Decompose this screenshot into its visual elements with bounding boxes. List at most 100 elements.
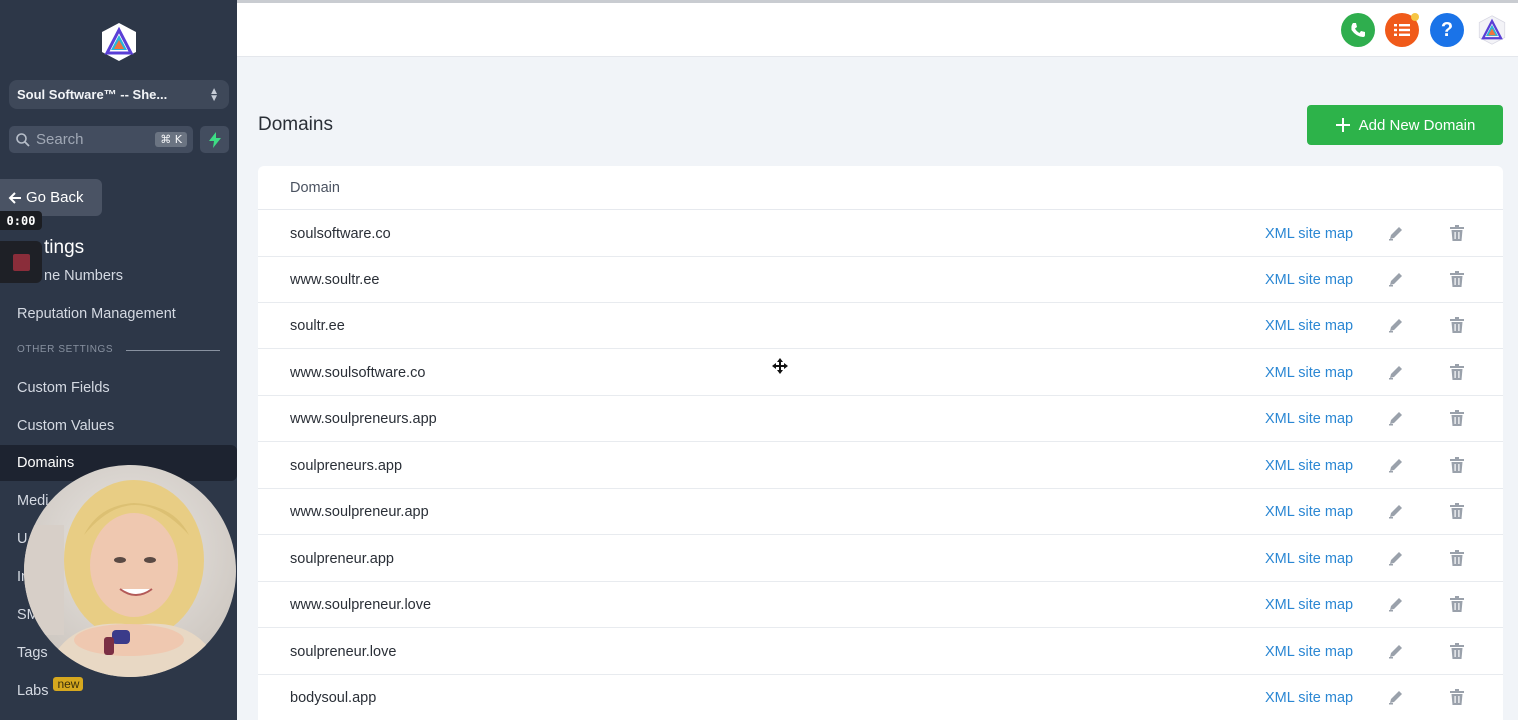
domain-name: www.soulpreneur.app: [290, 503, 429, 520]
xml-sitemap-link[interactable]: XML site map: [1265, 644, 1353, 660]
trash-icon[interactable]: [1450, 643, 1464, 664]
xml-sitemap-link[interactable]: XML site map: [1265, 318, 1353, 334]
edit-icon[interactable]: [1388, 364, 1404, 385]
domain-name: soulpreneur.love: [290, 643, 397, 660]
edit-icon[interactable]: [1388, 550, 1404, 571]
trash-icon[interactable]: [1450, 410, 1464, 431]
domain-name: soulpreneurs.app: [290, 457, 403, 474]
notification-dot: [1411, 13, 1419, 21]
trash-icon[interactable]: [1450, 503, 1464, 524]
add-new-domain-label: Add New Domain: [1358, 116, 1476, 134]
xml-sitemap-link[interactable]: XML site map: [1265, 597, 1353, 613]
domain-name: www.soulpreneur.love: [290, 596, 432, 613]
sidebar-item-phone-numbers[interactable]: ne Numbers: [44, 268, 123, 284]
app-logo-icon: [1478, 15, 1506, 45]
sidebar-item-label: Custom Values: [17, 418, 115, 434]
sidebar-item-label: Custom Fields: [17, 380, 110, 396]
search-input[interactable]: Search ⌘ K: [9, 126, 193, 153]
edit-icon[interactable]: [1388, 503, 1404, 524]
xml-sitemap-link[interactable]: XML site map: [1265, 365, 1353, 381]
domain-name: bodysoul.app: [290, 689, 377, 706]
sidebar-item-custom-fields[interactable]: Custom Fields: [0, 370, 237, 406]
task-list-icon: [1394, 24, 1410, 36]
xml-sitemap-link[interactable]: XML site map: [1265, 411, 1353, 427]
sidebar-item-label: Reputation Management: [17, 306, 176, 322]
edit-icon[interactable]: [1388, 596, 1404, 617]
search-placeholder: Search: [36, 131, 84, 148]
arrow-left-icon: [8, 191, 21, 204]
edit-icon[interactable]: [1388, 457, 1404, 478]
domain-name: www.soultr.ee: [290, 271, 380, 288]
sidebar-item-label: U: [17, 531, 28, 547]
recording-timer: 0:00: [0, 211, 42, 230]
table-row: soulpreneur.app XML site map: [258, 536, 1503, 582]
new-badge: new: [53, 677, 84, 691]
top-bar: ?: [237, 0, 1518, 57]
table-row: www.soulpreneur.love XML site map: [258, 582, 1503, 628]
column-header-domain: Domain: [290, 179, 340, 196]
tasks-button[interactable]: [1385, 13, 1419, 47]
webcam-video-bubble[interactable]: [24, 465, 236, 677]
table-row: soulpreneur.love XML site map: [258, 629, 1503, 675]
trash-icon[interactable]: [1450, 550, 1464, 571]
phone-button[interactable]: [1341, 13, 1375, 47]
quick-actions-button[interactable]: [200, 126, 229, 153]
lightning-icon: [208, 131, 221, 148]
xml-sitemap-link[interactable]: XML site map: [1265, 690, 1353, 706]
section-label-other-settings: OTHER SETTINGS: [17, 344, 114, 355]
help-icon: ?: [1440, 18, 1454, 41]
trash-icon[interactable]: [1450, 317, 1464, 338]
search-icon: [16, 132, 30, 147]
table-row: www.soulpreneur.app XML site map: [258, 489, 1503, 535]
table-row: soultr.ee XML site map: [258, 303, 1503, 349]
xml-sitemap-link[interactable]: XML site map: [1265, 226, 1353, 242]
edit-icon[interactable]: [1388, 225, 1404, 246]
account-switcher[interactable]: Soul Software™ -- She... ▲ ▼: [9, 80, 229, 109]
divider: [126, 350, 220, 351]
account-name: Soul Software™ -- She...: [17, 87, 168, 102]
trash-icon[interactable]: [1450, 364, 1464, 385]
edit-icon[interactable]: [1388, 317, 1404, 338]
app-logo-icon[interactable]: [100, 22, 138, 62]
trash-icon[interactable]: [1450, 225, 1464, 246]
table-row: soulpreneurs.app XML site map: [258, 443, 1503, 489]
sidebar-item-label: Tags: [17, 645, 48, 661]
trash-icon[interactable]: [1450, 271, 1464, 292]
sidebar-item-label: Domains: [17, 455, 75, 471]
sidebar-item-reputation-management[interactable]: Reputation Management: [0, 296, 237, 332]
settings-title: tings: [44, 237, 85, 258]
xml-sitemap-link[interactable]: XML site map: [1265, 504, 1353, 520]
sidebar-item-custom-values[interactable]: Custom Values: [0, 408, 237, 444]
table-header: Domain: [258, 166, 1503, 210]
sidebar-item-label: Medi: [17, 493, 49, 509]
xml-sitemap-link[interactable]: XML site map: [1265, 272, 1353, 288]
go-back-label: Go Back: [26, 189, 84, 206]
table-row: www.soulpreneurs.app XML site map: [258, 396, 1503, 442]
edit-icon[interactable]: [1388, 410, 1404, 431]
sidebar-item-labs[interactable]: Labs new: [0, 673, 237, 709]
profile-logo-button[interactable]: [1475, 13, 1509, 47]
domain-name: www.soulpreneurs.app: [290, 410, 437, 427]
move-cursor-icon: [772, 358, 788, 379]
phone-icon: [1351, 23, 1365, 37]
help-button[interactable]: ?: [1430, 13, 1464, 47]
add-new-domain-button[interactable]: Add New Domain: [1307, 105, 1503, 145]
xml-sitemap-link[interactable]: XML site map: [1265, 458, 1353, 474]
domain-name: soultr.ee: [290, 317, 345, 334]
sidebar-item-label: Labs: [17, 683, 49, 699]
trash-icon[interactable]: [1450, 689, 1464, 710]
trash-icon[interactable]: [1450, 596, 1464, 617]
chevron-updown-icon: ▲ ▼: [209, 85, 219, 104]
edit-icon[interactable]: [1388, 689, 1404, 710]
trash-icon[interactable]: [1450, 457, 1464, 478]
edit-icon[interactable]: [1388, 271, 1404, 292]
table-row: www.soulsoftware.co XML site map: [258, 350, 1503, 396]
domain-name: www.soulsoftware.co: [290, 364, 426, 381]
domains-table: Domain soulsoftware.co XML site map www.so…: [258, 166, 1503, 720]
page-title: Domains: [258, 114, 333, 135]
edit-icon[interactable]: [1388, 643, 1404, 664]
xml-sitemap-link[interactable]: XML site map: [1265, 551, 1353, 567]
table-row: soulsoftware.co XML site map: [258, 211, 1503, 257]
stop-recording-button[interactable]: [0, 241, 42, 283]
plus-icon: [1335, 118, 1350, 132]
